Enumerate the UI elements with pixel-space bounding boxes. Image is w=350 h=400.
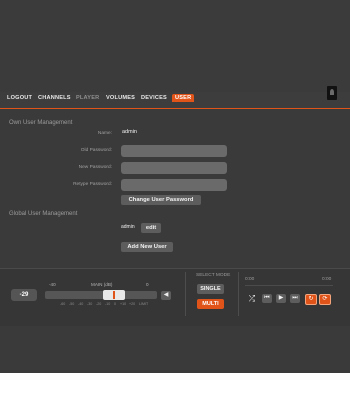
nav-user[interactable]: USER [172, 94, 195, 102]
scale-tick: -30 [87, 302, 93, 306]
main-volume-slider[interactable] [45, 291, 157, 299]
speaker-icon[interactable]: ◀ [161, 291, 171, 300]
scale-max-label: 0 [146, 282, 149, 287]
shuffle-icon[interactable]: ⤮ [247, 294, 257, 303]
time-total: 0:00 [322, 277, 332, 282]
retype-password-label: Retype Password: [73, 182, 112, 187]
edit-user-button[interactable]: edit [141, 223, 161, 233]
play-icon[interactable]: ▶ [276, 294, 286, 303]
new-password-label: New Password: [78, 165, 112, 170]
scale-tick: -50 [69, 302, 75, 306]
playback-progress[interactable] [245, 285, 333, 286]
scale-tick: LIMIT [139, 302, 149, 306]
volume-display: -29 [11, 289, 37, 301]
time-elapsed: 0:00 [245, 277, 255, 282]
old-password-field[interactable] [121, 145, 227, 157]
scale-tick: -60 [60, 302, 66, 306]
mode-multi-button[interactable]: MULTI [197, 299, 224, 309]
mode-single-button[interactable]: SINGLE [197, 284, 224, 294]
add-new-user-button[interactable]: Add New User [121, 242, 173, 252]
scale-tick: -20 [96, 302, 102, 306]
scale-tick: +20 [129, 302, 136, 306]
main-nav: LOGOUT CHANNELS PLAYER VOLUMES DEVICES U… [0, 92, 350, 109]
scale-tick: 0 [114, 302, 116, 306]
header-area [0, 0, 350, 92]
scale-tick: -10 [105, 302, 111, 306]
nav-player[interactable]: PLAYER [76, 95, 99, 101]
old-password-label: Old Password: [80, 148, 112, 153]
own-user-title: Own User Management [9, 120, 73, 126]
change-password-button[interactable]: Change User Password [121, 195, 201, 205]
new-password-field[interactable] [121, 162, 227, 174]
nav-volumes[interactable]: VOLUMES [106, 95, 135, 101]
name-label: Name: [97, 131, 112, 136]
scale-tick: +10 [120, 302, 127, 306]
brand-logo-icon [327, 86, 337, 100]
nav-devices[interactable]: DEVICES [141, 95, 167, 101]
repeat-one-icon[interactable]: ↻ [305, 294, 317, 305]
scale-tick: -40 [78, 302, 84, 306]
next-icon[interactable]: ⏭ [290, 294, 300, 303]
scale-min-label: -40 [49, 282, 56, 287]
volume-slider-knob[interactable] [103, 290, 125, 300]
name-value: admin [122, 129, 137, 135]
nav-channels[interactable]: CHANNELS [38, 95, 71, 101]
repeat-icon[interactable]: ⟳ [319, 294, 331, 305]
select-mode-title: SELECT MODE [196, 273, 231, 278]
app-window: LOGOUT CHANNELS PLAYER VOLUMES DEVICES U… [0, 0, 350, 373]
global-user-title: Global User Management [9, 211, 78, 217]
previous-icon[interactable]: ⏮ [262, 294, 272, 303]
divider [185, 272, 186, 316]
nav-logout[interactable]: LOGOUT [7, 95, 32, 101]
global-user-name: admin [121, 224, 135, 230]
retype-password-field[interactable] [121, 179, 227, 191]
scale-title: MAIN (dB) [91, 282, 113, 287]
divider [238, 272, 239, 316]
